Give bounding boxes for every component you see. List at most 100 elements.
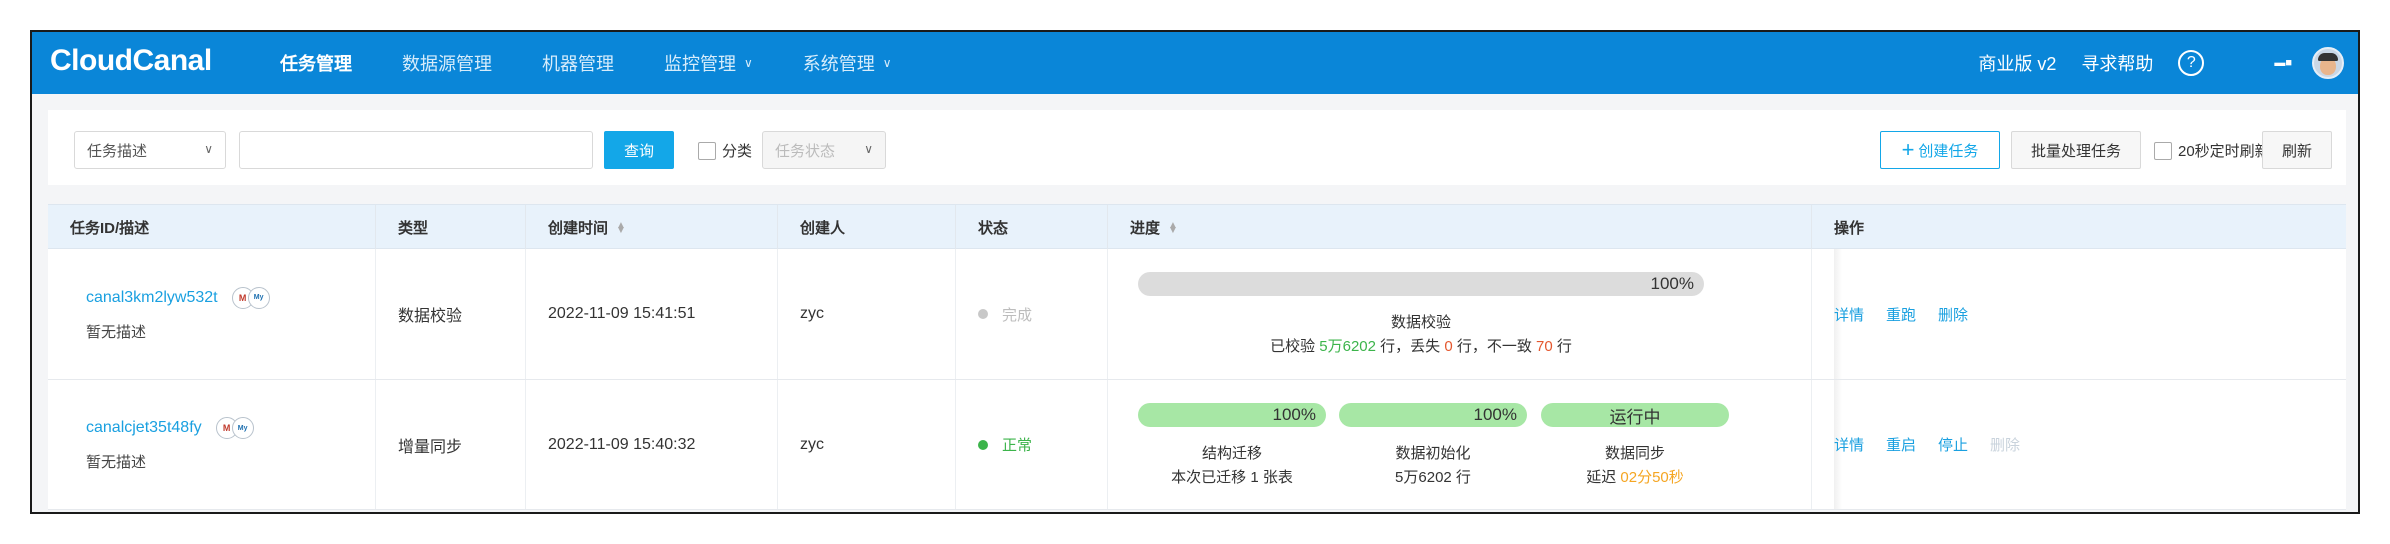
progress-bar: 100% xyxy=(1138,272,1704,296)
chevron-down-icon: ∨ xyxy=(864,142,873,156)
header-label: 任务ID/描述 xyxy=(70,220,150,237)
nav-label: 机器管理 xyxy=(542,54,614,74)
edition-link[interactable]: 商业版 v2 xyxy=(1978,50,2056,76)
creator-cell: zyc xyxy=(778,249,956,379)
col-task-id: 任务ID/描述 xyxy=(48,205,376,250)
lost-count: 0 xyxy=(1444,338,1453,355)
auto-refresh-label: 20秒定时刷新 xyxy=(2178,143,2270,160)
chevron-down-icon: ∨ xyxy=(204,142,213,156)
details-link[interactable]: 详情 xyxy=(1834,304,1864,325)
help-link[interactable]: 寻求帮助 xyxy=(2081,50,2153,76)
mismatch-count: 70 xyxy=(1536,338,1553,355)
sync-delay: 02分50秒 xyxy=(1620,469,1684,486)
type-cell: 数据校验 xyxy=(376,249,526,379)
stage-detail: 本次已迁移 1 张表 xyxy=(1171,469,1293,486)
col-status: 状态 xyxy=(956,205,1108,250)
progress-percent: 100% xyxy=(1272,405,1316,424)
app-logo[interactable]: CloudCanal xyxy=(50,44,212,78)
restart-link[interactable]: 重启 xyxy=(1886,434,1916,455)
sync-state: 运行中 xyxy=(1609,407,1661,427)
progress-cell: 100% 100% 运行中 结构迁移 数据初始化 数据同步 本次已迁移 1 张表… xyxy=(1108,380,1812,509)
status-badge: 正常 xyxy=(978,434,1107,455)
task-id-link[interactable]: canalcjet35t48fy M My xyxy=(86,417,375,439)
progress-percent: 100% xyxy=(1473,405,1517,424)
batch-process-button[interactable]: 批量处理任务 xyxy=(2011,131,2141,169)
category-checkbox[interactable] xyxy=(698,141,716,160)
nav-label: 监控管理 xyxy=(664,54,736,74)
nav-label: 任务管理 xyxy=(280,54,352,74)
mysql-icon: My xyxy=(247,286,270,309)
mysql-icon: My xyxy=(231,417,254,439)
task-status-select[interactable]: 任务状态 ∨ xyxy=(762,131,886,169)
sort-icon[interactable]: ▲ ▼ xyxy=(616,220,626,235)
stop-link[interactable]: 停止 xyxy=(1938,434,1968,455)
refresh-button[interactable]: 刷新 xyxy=(2262,131,2332,169)
user-nav: 商业版 v2 寻求帮助 ? ▬■ xyxy=(1978,32,2358,94)
app-window: CloudCanal 任务管理 数据源管理 机器管理 监控管理 ∨ 系统管理 ∨ 商… xyxy=(30,30,2360,514)
nav-monitor-management[interactable]: 监控管理 ∨ xyxy=(664,50,753,76)
task-description: 暂无描述 xyxy=(86,323,147,341)
header-label: 类型 xyxy=(398,220,429,237)
nav-label: 系统管理 xyxy=(802,54,875,74)
header-label: 操作 xyxy=(1834,220,1865,237)
filter-field-select[interactable]: 任务描述 ∨ xyxy=(74,131,226,169)
query-button[interactable]: 查询 xyxy=(604,131,674,169)
sort-icon[interactable]: ▲ ▼ xyxy=(1168,220,1178,235)
search-input[interactable] xyxy=(239,131,593,169)
header-label: 进度 xyxy=(1130,220,1161,237)
detail-text: 已校验 xyxy=(1270,338,1320,355)
button-label: 创建任务 xyxy=(1918,142,1979,160)
data-init-bar: 100% xyxy=(1339,403,1527,427)
rerun-link[interactable]: 重跑 xyxy=(1886,304,1916,325)
task-id-link[interactable]: canal3km2lyw532t M My xyxy=(86,286,375,309)
stage-detail: 延迟 02分50秒 xyxy=(1541,466,1729,487)
header-label: 状态 xyxy=(978,220,1009,237)
operations-cell: 详情 重跑 删除 xyxy=(1812,249,2346,379)
col-progress[interactable]: 进度 ▲ ▼ xyxy=(1108,205,1812,250)
checked-count: 5万6202 xyxy=(1319,338,1376,355)
main-nav: 任务管理 数据源管理 机器管理 监控管理 ∨ 系统管理 ∨ xyxy=(280,32,942,94)
auto-refresh-toggle[interactable]: 20秒定时刷新 xyxy=(2154,140,2270,161)
progress-percent: 100% xyxy=(1650,274,1694,293)
task-table: 任务ID/描述 类型 创建时间 ▲ ▼ 创建人 状态 进度 ▲ ▼ 操作 canal3k… xyxy=(48,204,2346,510)
filter-toolbar: 任务描述 ∨ 查询 分类 任务状态 ∨ + 创建任务 批量处理任务 20秒定时刷… xyxy=(48,110,2346,185)
auto-refresh-checkbox[interactable] xyxy=(2154,141,2172,160)
table-row: canal3km2lyw532t M My 暂无描述 数据校验 2022-11-… xyxy=(48,249,2346,380)
operations-cell: 详情 重启 停止 删除 xyxy=(1812,380,2346,509)
col-created-time[interactable]: 创建时间 ▲ ▼ xyxy=(526,205,778,250)
avatar[interactable] xyxy=(2312,47,2344,79)
category-toggle[interactable]: 分类 xyxy=(698,140,752,161)
table-row: canalcjet35t48fy M My 暂无描述 增量同步 2022-11-… xyxy=(48,380,2346,510)
question-icon[interactable]: ? xyxy=(2178,50,2205,76)
task-description: 暂无描述 xyxy=(86,454,147,471)
select-value: 任务状态 xyxy=(775,142,836,160)
status-text: 正常 xyxy=(1002,437,1033,454)
stage-title: 数据同步 xyxy=(1604,445,1665,462)
status-cell: 正常 xyxy=(956,380,1108,509)
delete-link[interactable]: 删除 xyxy=(1990,434,2020,455)
status-cell: 完成 xyxy=(956,249,1108,379)
chevron-down-icon: ∨ xyxy=(882,56,892,70)
datasource-icons: M My xyxy=(231,286,270,309)
stage-detail: 5万6202 行 xyxy=(1395,469,1471,486)
task-id-text: canalcjet35t48fy xyxy=(86,419,202,436)
detail-text: 行，丢失 xyxy=(1376,338,1445,355)
delete-link[interactable]: 删除 xyxy=(1938,304,1968,325)
create-task-button[interactable]: + 创建任务 xyxy=(1880,131,2000,169)
structure-migration-bar: 100% xyxy=(1138,403,1326,427)
nav-system-management[interactable]: 系统管理 ∨ xyxy=(803,50,892,76)
plus-icon: + xyxy=(1901,137,1915,162)
col-operations: 操作 xyxy=(1812,205,2346,250)
data-sync-bar: 运行中 xyxy=(1541,403,1729,427)
detail-text: 行 xyxy=(1552,338,1572,355)
nav-machine-management[interactable]: 机器管理 xyxy=(542,50,614,76)
header-label: 创建时间 xyxy=(548,220,609,237)
language-flag-icon[interactable]: ▬■ xyxy=(2274,57,2292,69)
type-cell: 增量同步 xyxy=(376,380,526,509)
nav-datasource-management[interactable]: 数据源管理 xyxy=(402,50,492,76)
details-link[interactable]: 详情 xyxy=(1834,434,1864,455)
stage-title: 结构迁移 xyxy=(1201,445,1262,462)
category-label: 分类 xyxy=(722,143,753,160)
status-text: 完成 xyxy=(1002,306,1033,324)
nav-task-management[interactable]: 任务管理 xyxy=(280,50,352,76)
